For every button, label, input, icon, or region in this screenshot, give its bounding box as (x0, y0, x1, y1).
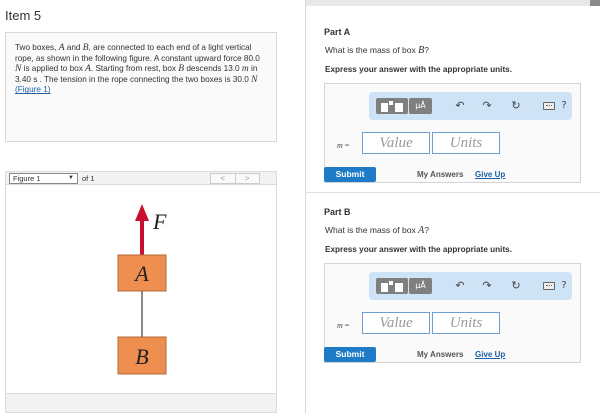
part-b-question-text: What is the mass of box (325, 225, 419, 235)
redo-icon[interactable]: ↷ (480, 278, 494, 294)
problem-text-segment: . Starting from rest, box (90, 64, 179, 74)
part-a-question: What is the mass of box B? (325, 45, 429, 56)
figure-link[interactable]: (Figure 1) (15, 85, 51, 94)
panel-divider (305, 0, 306, 413)
part-b-instruction: Express your answer with the appropriate… (325, 245, 512, 254)
part-b-label: Part B (324, 207, 351, 217)
figure-select[interactable]: Figure 1 ▼ (9, 173, 78, 184)
figure-select-value: Figure 1 (13, 174, 41, 183)
part-a-label: Part A (324, 27, 351, 37)
part-a-units-input[interactable]: Units (432, 132, 500, 154)
part-b-give-up-link[interactable]: Give Up (475, 350, 505, 359)
reset-icon[interactable]: ↻ (509, 278, 523, 294)
part-b-question: What is the mass of box A? (325, 225, 429, 236)
part-b-question-end: ? (424, 225, 429, 235)
problem-text-segment: is applied to box (21, 64, 86, 74)
part-separator (305, 192, 600, 193)
chevron-down-icon: ▼ (68, 175, 74, 181)
figure-pager: < > (210, 173, 260, 184)
part-a-my-answers: My Answers (417, 170, 464, 179)
problem-text-segment: and (64, 43, 83, 52)
keyboard-icon[interactable] (543, 102, 555, 110)
equation-toolbar: μÅ ↶ ↷ ↻ ? (369, 92, 572, 120)
redo-icon[interactable]: ↷ (480, 98, 494, 114)
figure-bottom-strip (5, 393, 277, 413)
part-a-question-end: ? (424, 45, 429, 55)
problem-text-segment: Two boxes, (15, 43, 59, 52)
undo-icon[interactable]: ↶ (453, 278, 467, 294)
boxes-figure: F A B (117, 204, 167, 375)
figure-count: of 1 (82, 174, 95, 183)
part-a-submit-button[interactable]: Submit (324, 167, 376, 182)
units-symbols-button[interactable]: μÅ (409, 98, 432, 114)
help-icon[interactable]: ? (558, 98, 570, 114)
part-b-var-label: m = (337, 321, 350, 330)
part-b-my-answers: My Answers (417, 350, 464, 359)
part-b-submit-button[interactable]: Submit (324, 347, 376, 362)
part-a-value-input[interactable]: Value (362, 132, 430, 154)
force-arrow-head (135, 204, 149, 221)
problem-statement-box: Two boxes, A and B, are connected to eac… (5, 32, 277, 142)
figure-area: F A B (5, 185, 277, 393)
problem-variable: N (251, 74, 258, 85)
help-icon[interactable]: ? (558, 278, 570, 294)
item-title: Item 5 (5, 8, 42, 23)
templates-button[interactable] (376, 98, 408, 114)
next-figure-button[interactable]: > (236, 174, 260, 183)
part-b-value-input[interactable]: Value (362, 312, 430, 334)
part-a-var-label: m = (337, 141, 350, 150)
box-b-label: B (135, 344, 148, 369)
problem-variable: m (241, 64, 249, 75)
part-a-question-text: What is the mass of box (325, 45, 419, 55)
part-a-instruction: Express your answer with the appropriate… (325, 65, 512, 74)
part-b-units-input[interactable]: Units (432, 312, 500, 334)
undo-icon[interactable]: ↶ (453, 98, 467, 114)
top-bar (305, 0, 600, 6)
part-a-give-up-link[interactable]: Give Up (475, 170, 505, 179)
equation-toolbar: μÅ ↶ ↷ ↻ ? (369, 272, 572, 300)
force-label: F (152, 209, 167, 234)
problem-text-segment: descends 13.0 (184, 64, 242, 74)
units-symbols-button[interactable]: μÅ (409, 278, 432, 294)
box-a-label: A (133, 261, 149, 286)
prev-figure-button[interactable]: < (211, 174, 236, 183)
keyboard-icon[interactable] (543, 282, 555, 290)
figure-nav-bar: Figure 1 ▼ of 1 < > (5, 171, 277, 185)
templates-button[interactable] (376, 278, 408, 294)
reset-icon[interactable]: ↻ (509, 98, 523, 114)
problem-text: Two boxes, A and B, are connected to eac… (15, 43, 267, 96)
